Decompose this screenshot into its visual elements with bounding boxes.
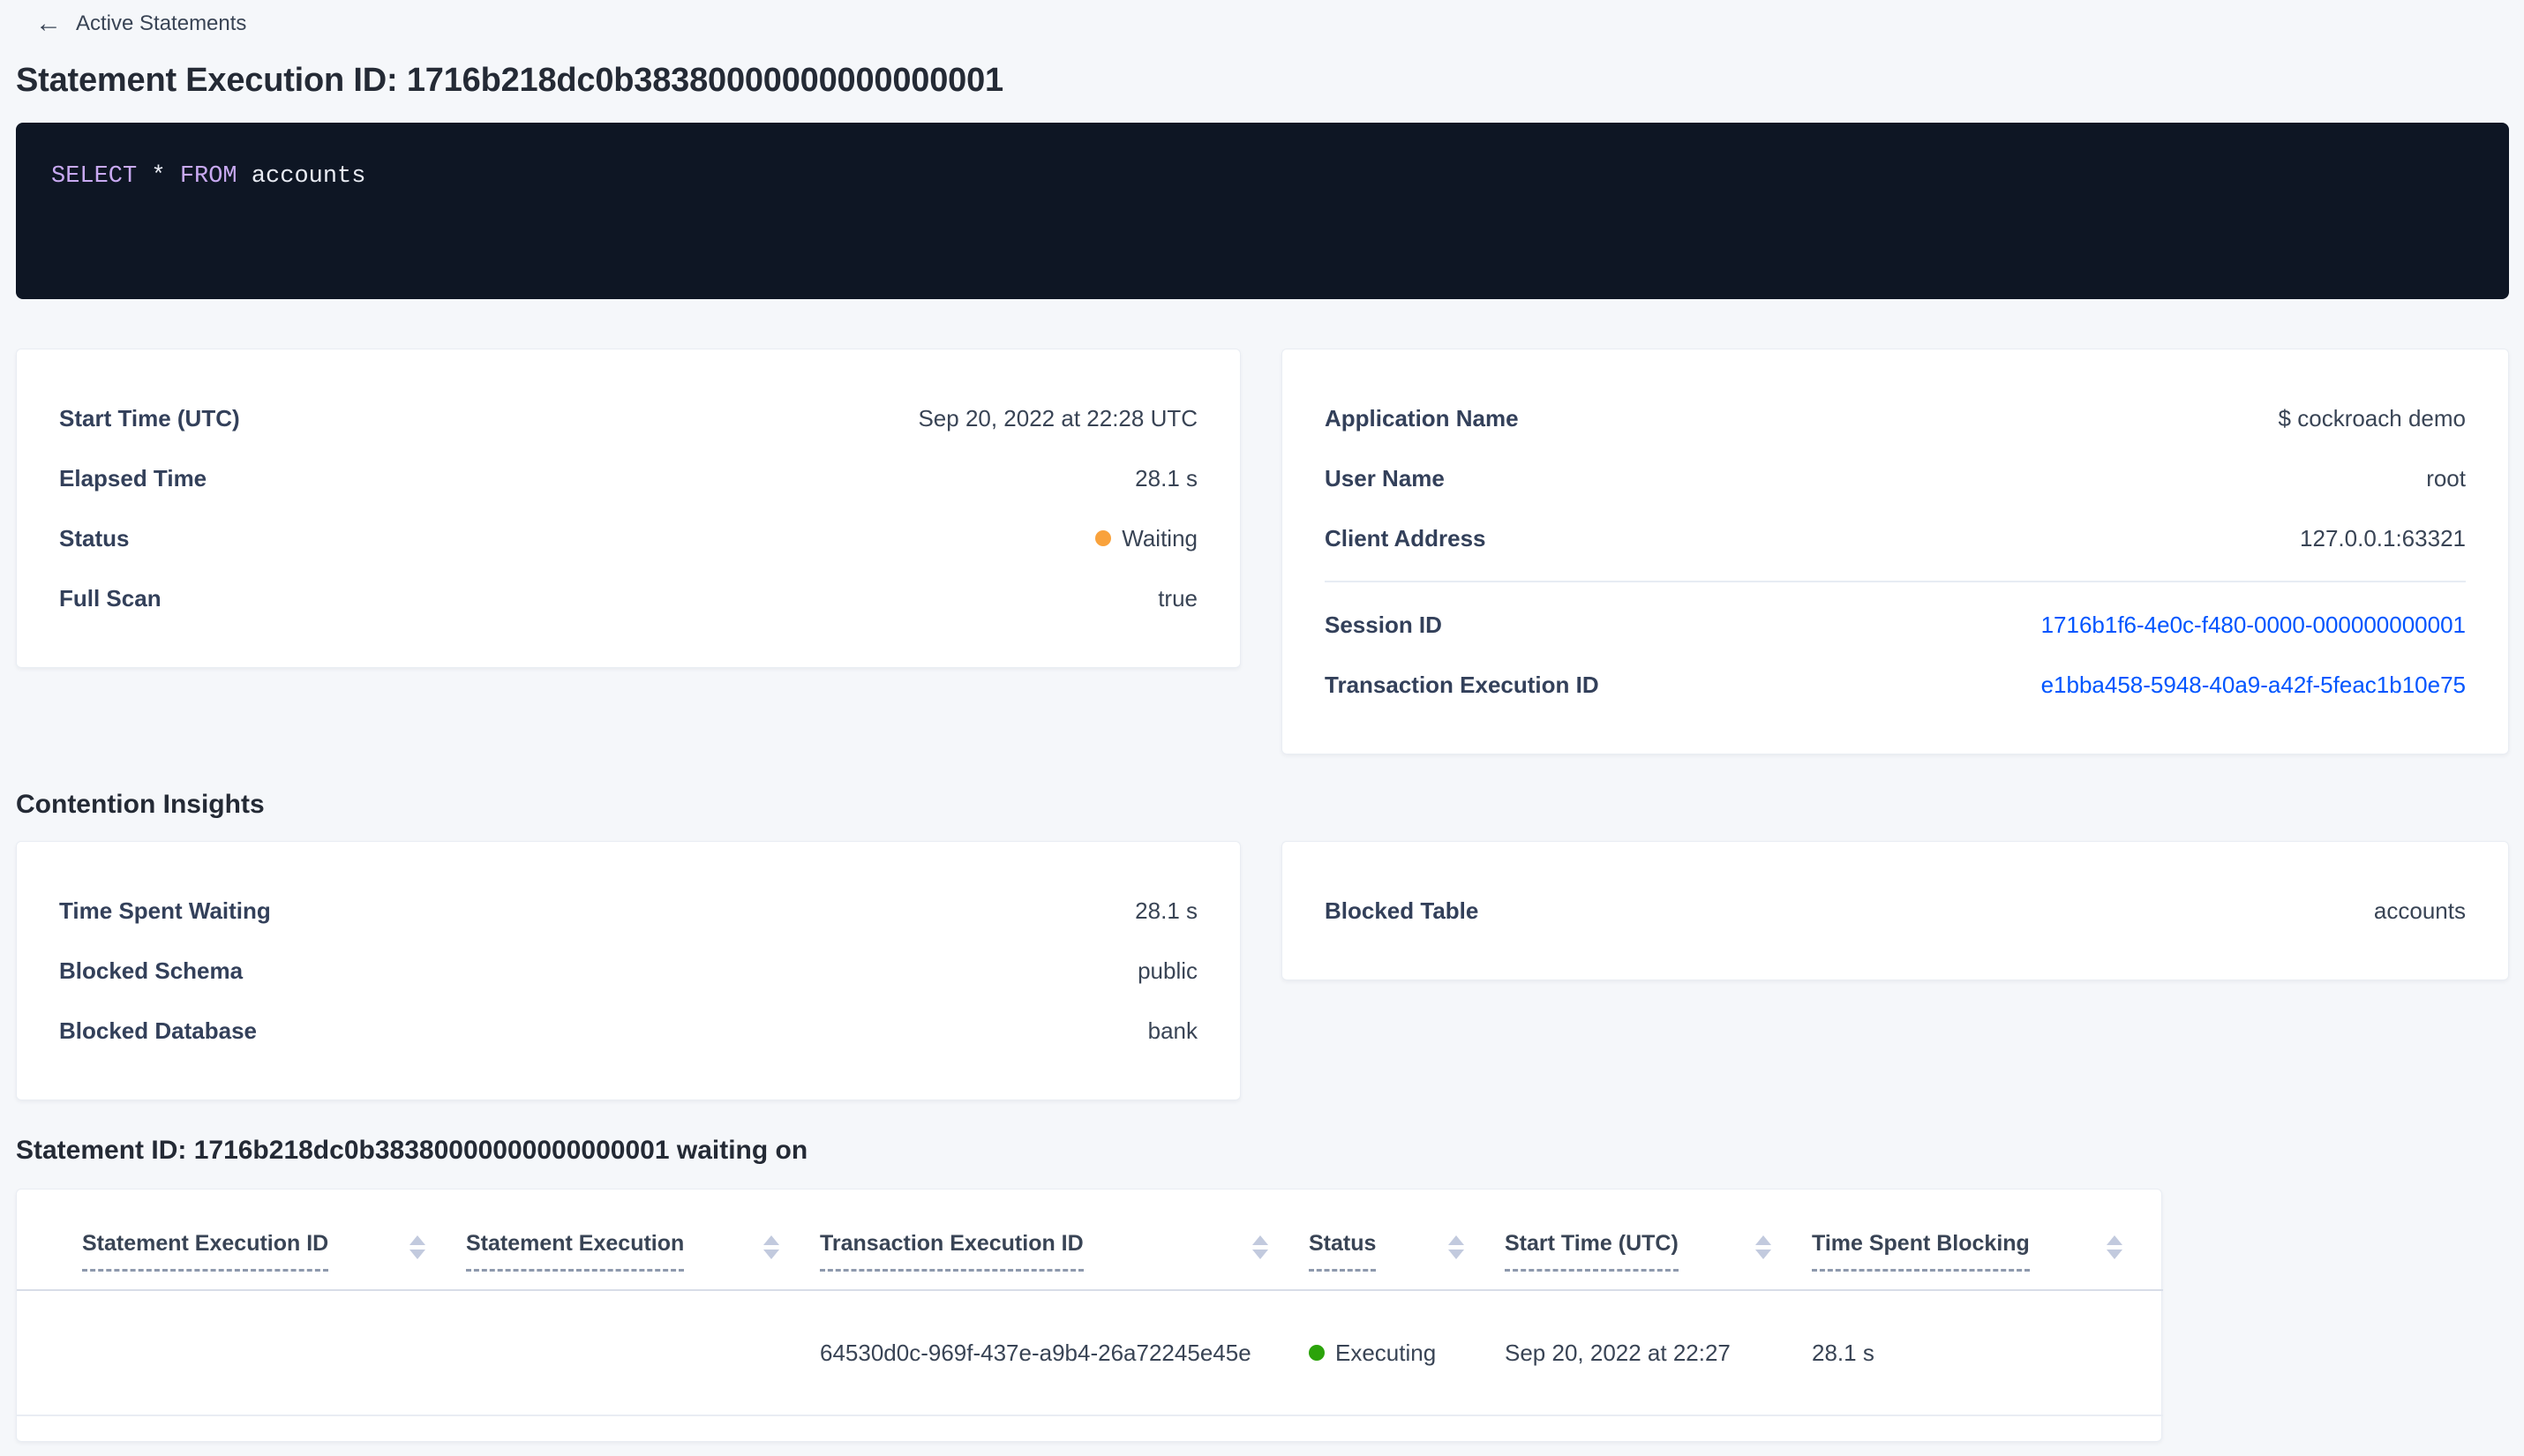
transaction-execution-id-row: Transaction Execution ID e1bba458-5948-4… [1325, 655, 2466, 715]
blocked-database-label: Blocked Database [59, 1017, 257, 1044]
sort-icon [763, 1235, 779, 1259]
waiting-on-table: Statement Execution ID Statement Executi… [17, 1190, 2163, 1416]
sort-icon [409, 1235, 425, 1259]
blocked-schema-label: Blocked Schema [59, 957, 244, 984]
blocked-table-value: accounts [2373, 897, 2466, 924]
cell-statement-execution [466, 1290, 820, 1415]
sort-icon [1755, 1235, 1771, 1259]
executing-status-dot-icon [1309, 1345, 1325, 1361]
column-label[interactable]: Time Spent Blocking [1812, 1231, 2030, 1272]
full-scan-row: Full Scan true [59, 568, 1198, 628]
user-name-label: User Name [1325, 464, 1445, 492]
session-id-row: Session ID 1716b1f6-4e0c-f480-0000-00000… [1325, 595, 2466, 655]
column-header-status[interactable]: Status [1309, 1190, 1505, 1291]
application-name-row: Application Name $ cockroach demo [1325, 388, 2466, 448]
status-value-text: Waiting [1122, 524, 1198, 552]
details-cards-row: Start Time (UTC) Sep 20, 2022 at 22:28 U… [16, 349, 2509, 754]
time-spent-waiting-label: Time Spent Waiting [59, 897, 271, 924]
client-address-value: 127.0.0.1:63321 [2300, 524, 2466, 552]
column-header-start-time[interactable]: Start Time (UTC) [1505, 1190, 1812, 1291]
sql-table-identifier: accounts [251, 163, 366, 190]
column-header-statement-execution[interactable]: Statement Execution [466, 1190, 820, 1291]
session-id-label: Session ID [1325, 611, 1442, 638]
column-header-transaction-execution-id[interactable]: Transaction Execution ID [820, 1190, 1309, 1291]
statement-execution-page: ← Active Statements Statement Execution … [0, 0, 2524, 1442]
client-address-row: Client Address 127.0.0.1:63321 [1325, 508, 2466, 568]
waiting-status-dot-icon [1095, 530, 1112, 546]
statement-details-card: Start Time (UTC) Sep 20, 2022 at 22:28 U… [16, 349, 1241, 668]
card-divider [1325, 581, 2466, 582]
transaction-execution-id-label: Transaction Execution ID [1325, 671, 1599, 698]
table-header-row: Statement Execution ID Statement Executi… [17, 1190, 2163, 1291]
elapsed-time-value: 28.1 s [1135, 464, 1198, 492]
contention-waiting-card: Time Spent Waiting 28.1 s Blocked Schema… [16, 841, 1241, 1100]
table-row: 64530d0c-969f-437e-a9b4-26a72245e45e Exe… [17, 1290, 2163, 1415]
blocked-schema-row: Blocked Schema public [59, 941, 1198, 1001]
cell-statement-execution-id [17, 1290, 466, 1415]
application-name-value: $ cockroach demo [2278, 404, 2466, 432]
sql-keyword-select: SELECT [51, 163, 138, 190]
contention-insights-heading: Contention Insights [16, 790, 265, 819]
column-label[interactable]: Status [1309, 1231, 1377, 1272]
column-header-statement-execution-id[interactable]: Statement Execution ID [17, 1190, 466, 1291]
sort-icon [1448, 1235, 1464, 1259]
user-name-row: User Name root [1325, 448, 2466, 508]
back-arrow-icon: ← [35, 9, 62, 38]
blocked-database-value: bank [1147, 1017, 1198, 1044]
blocked-database-row: Blocked Database bank [59, 1001, 1198, 1061]
time-spent-waiting-row: Time Spent Waiting 28.1 s [59, 881, 1198, 941]
user-name-value: root [2426, 464, 2466, 492]
column-label[interactable]: Start Time (UTC) [1505, 1231, 1679, 1272]
session-id-link[interactable]: 1716b1f6-4e0c-f480-0000-000000000001 [2041, 612, 2466, 639]
blocked-table-card: Blocked Table accounts [1281, 841, 2509, 980]
full-scan-label: Full Scan [59, 584, 162, 612]
sort-icon [2107, 1235, 2122, 1259]
session-details-card: Application Name $ cockroach demo User N… [1281, 349, 2509, 754]
elapsed-time-row: Elapsed Time 28.1 s [59, 448, 1198, 508]
breadcrumb-label: Active Statements [76, 11, 247, 35]
column-label[interactable]: Transaction Execution ID [820, 1231, 1084, 1272]
application-name-label: Application Name [1325, 404, 1519, 432]
blocked-schema-value: public [1138, 957, 1198, 984]
cell-transaction-execution-id: 64530d0c-969f-437e-a9b4-26a72245e45e [820, 1339, 1251, 1366]
transaction-execution-id-link[interactable]: e1bba458-5948-40a9-a42f-5feac1b10e75 [2041, 672, 2466, 699]
column-header-time-spent-blocking[interactable]: Time Spent Blocking [1812, 1190, 2163, 1291]
status-row: Status Waiting [59, 508, 1198, 568]
sql-star-operator: * [151, 163, 166, 190]
start-time-label: Start Time (UTC) [59, 404, 240, 432]
sql-keyword-from: FROM [179, 163, 237, 190]
elapsed-time-label: Elapsed Time [59, 464, 207, 492]
time-spent-waiting-value: 28.1 s [1135, 897, 1198, 924]
status-label: Status [59, 524, 130, 552]
cell-status-text: Executing [1335, 1339, 1437, 1366]
sort-icon [1252, 1235, 1268, 1259]
blocked-table-label: Blocked Table [1325, 897, 1479, 924]
full-scan-value: true [1158, 584, 1198, 612]
client-address-label: Client Address [1325, 524, 1486, 552]
contention-cards-row: Time Spent Waiting 28.1 s Blocked Schema… [16, 841, 2509, 1100]
cell-time-spent-blocking: 28.1 s [1812, 1339, 1874, 1366]
waiting-on-heading: Statement ID: 1716b218dc0b38380000000000… [16, 1136, 808, 1165]
status-badge: Waiting [1095, 525, 1198, 552]
sql-statement-box: SELECT * FROM accounts [16, 123, 2509, 299]
cell-start-time: Sep 20, 2022 at 22:27 [1505, 1339, 1731, 1366]
start-time-row: Start Time (UTC) Sep 20, 2022 at 22:28 U… [59, 388, 1198, 448]
breadcrumb-back-link[interactable]: ← Active Statements [35, 7, 246, 41]
start-time-value: Sep 20, 2022 at 22:28 UTC [918, 404, 1198, 432]
column-label[interactable]: Statement Execution [466, 1231, 685, 1272]
cell-status: Executing [1309, 1290, 1505, 1415]
column-label[interactable]: Statement Execution ID [82, 1231, 329, 1272]
blocked-table-row: Blocked Table accounts [1325, 881, 2466, 941]
page-title: Statement Execution ID: 1716b218dc0b3838… [16, 62, 1003, 99]
sql-statement: SELECT * FROM accounts [51, 163, 365, 190]
waiting-on-table-card: Statement Execution ID Statement Executi… [16, 1189, 2163, 1442]
